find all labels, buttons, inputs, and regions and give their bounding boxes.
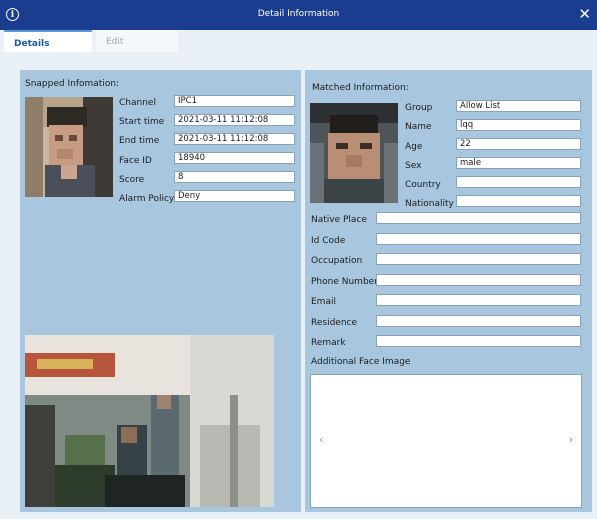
start-time-label: Start time (119, 117, 165, 127)
alarm-policy-field[interactable]: Deny (174, 190, 295, 202)
tab-edit[interactable]: Edit (96, 30, 178, 52)
channel-label: Channel (119, 98, 156, 108)
additional-face-image-gallery: ‹ › (310, 374, 582, 508)
group-field[interactable]: Allow List (456, 100, 581, 112)
end-time-label: End time (119, 136, 160, 146)
email-label: Email (311, 297, 336, 307)
matched-face-photo (310, 103, 398, 203)
group-label: Group (405, 103, 433, 113)
email-field[interactable] (376, 294, 581, 306)
id-code-label: Id Code (311, 236, 346, 246)
channel-field[interactable]: IPC1 (174, 95, 295, 107)
score-field[interactable]: 8 (174, 171, 295, 183)
snapped-face-photo (25, 97, 113, 197)
title-bar: i Detail Information ✕ (0, 0, 597, 30)
name-label: Name (405, 122, 432, 132)
nationality-label: Nationality (405, 199, 454, 209)
snapped-title: Snapped Infomation: (25, 79, 120, 89)
phone-number-field[interactable] (376, 274, 581, 286)
name-field[interactable]: lqq (456, 119, 581, 131)
age-label: Age (405, 142, 423, 152)
country-label: Country (405, 180, 441, 190)
id-code-field[interactable] (376, 233, 581, 245)
face-id-label: Face ID (119, 156, 152, 166)
sex-label: Sex (405, 161, 422, 171)
nationality-field[interactable] (456, 195, 581, 207)
phone-number-label: Phone Number (311, 277, 378, 287)
occupation-label: Occupation (311, 256, 363, 266)
age-field[interactable]: 22 (456, 138, 581, 150)
remark-field[interactable] (376, 335, 581, 347)
prev-arrow-icon[interactable]: ‹ (319, 433, 323, 446)
country-field[interactable] (456, 176, 581, 188)
additional-face-image-label: Additional Face Image (311, 357, 411, 367)
window-title: Detail Information (257, 9, 340, 19)
scene-snapshot-image (25, 335, 274, 507)
end-time-field[interactable]: 2021-03-11 11:12:08 (174, 133, 295, 145)
occupation-field[interactable] (376, 253, 581, 265)
native-place-label: Native Place (311, 215, 367, 225)
remark-label: Remark (311, 338, 346, 348)
close-icon[interactable]: ✕ (578, 6, 591, 22)
residence-label: Residence (311, 318, 358, 328)
face-id-field[interactable]: 18940 (174, 152, 295, 164)
tab-details[interactable]: Details (4, 30, 92, 52)
next-arrow-icon[interactable]: › (569, 433, 573, 446)
alarm-policy-label: Alarm Policy (119, 194, 175, 204)
tab-bar: Details Edit (0, 30, 597, 60)
native-place-field[interactable] (376, 212, 581, 224)
sex-field[interactable]: male (456, 157, 581, 169)
score-label: Score (119, 175, 145, 185)
residence-field[interactable] (376, 315, 581, 327)
matched-title: Matched Information: (312, 83, 409, 93)
start-time-field[interactable]: 2021-03-11 11:12:08 (174, 114, 295, 126)
